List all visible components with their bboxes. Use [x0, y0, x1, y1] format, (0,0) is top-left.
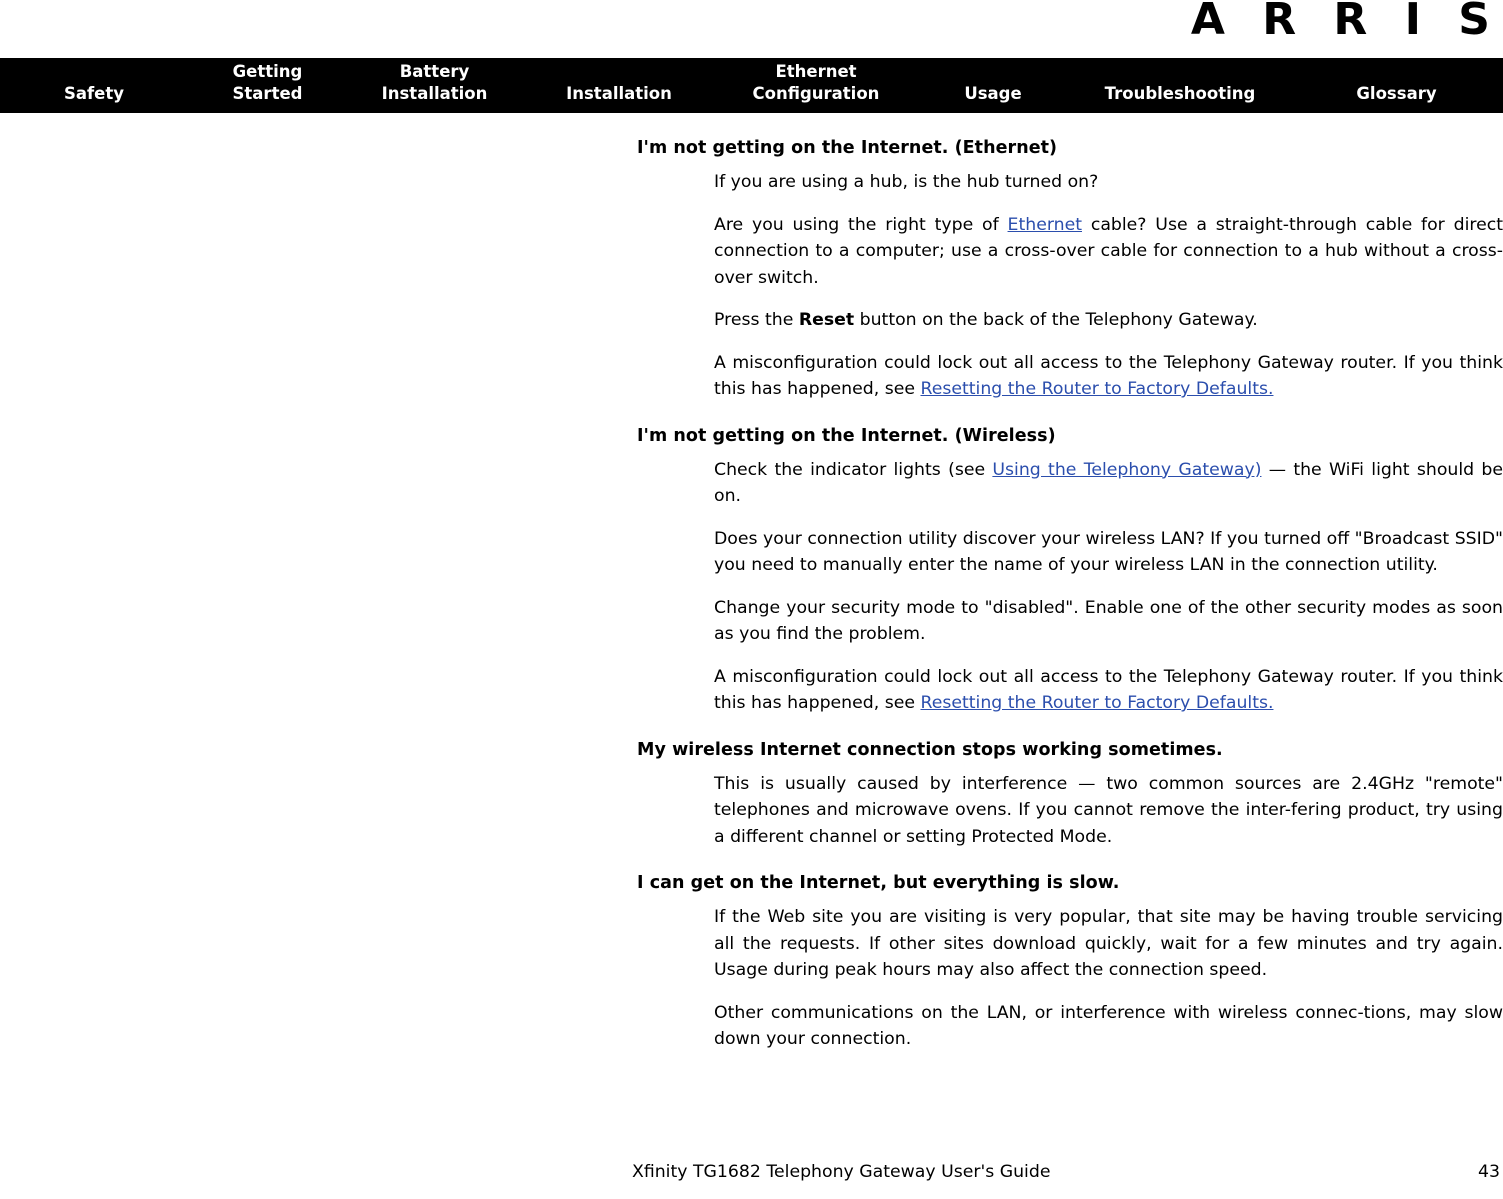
- section-heading: I can get on the Internet, but everythin…: [637, 873, 1120, 893]
- nav-item-usage[interactable]: Usage: [916, 83, 1070, 113]
- section-navigation-bar: Safety Getting Started Battery Installatio…: [0, 58, 1503, 113]
- footer-page-number: 43: [1478, 1162, 1500, 1182]
- nav-item-ethernet-configuration[interactable]: Ethernet Configuration: [716, 61, 916, 113]
- paragraph-text: Change your security mode to "disabled".…: [714, 597, 1503, 645]
- paragraph-text: Press the: [714, 310, 799, 330]
- nav-item-battery-installation[interactable]: Battery Installation: [347, 61, 522, 113]
- body-paragraph: A misconfiguration could lock out all ac…: [714, 350, 1503, 403]
- body-paragraph: A misconfiguration could lock out all ac…: [714, 664, 1503, 717]
- brand-header: A R R I S: [0, 0, 1503, 58]
- paragraph-text: Check the indicator lights (see: [714, 459, 993, 480]
- page-footer: Xfinity TG1682 Telephony Gateway User's …: [632, 1160, 1500, 1184]
- paragraph-text: If you are using a hub, is the hub turne…: [714, 172, 1099, 192]
- troubleshooting-content: I'm not getting on the Internet. (Ethern…: [637, 137, 1503, 1053]
- cross-reference-link[interactable]: Resetting the Router to Factory Defaults…: [920, 693, 1273, 713]
- paragraph-text: This is usually caused by interference —…: [714, 773, 1503, 847]
- body-paragraph: This is usually caused by interference —…: [714, 771, 1503, 851]
- arris-logo: A R R I S: [1190, 0, 1501, 45]
- body-paragraph: If the Web site you are visiting is very…: [714, 904, 1503, 984]
- footer-guide-title: Xfinity TG1682 Telephony Gateway User's …: [632, 1162, 1051, 1182]
- paragraph-text: If the Web site you are visiting is very…: [714, 907, 1503, 980]
- nav-item-glossary[interactable]: Glossary: [1290, 83, 1503, 113]
- body-paragraph: Check the indicator lights (see Using th…: [714, 457, 1503, 510]
- emphasis-text: Reset: [798, 310, 855, 330]
- body-paragraph: Other communications on the LAN, or inte…: [714, 1000, 1503, 1053]
- paragraph-text: Does your connection utility discover yo…: [714, 528, 1503, 576]
- page-body: I'm not getting on the Internet. (Ethern…: [0, 113, 1503, 1143]
- nav-item-getting-started[interactable]: Getting Started: [188, 61, 347, 113]
- cross-reference-link[interactable]: Resetting the Router to Factory Defaults…: [920, 379, 1273, 399]
- paragraph-text: Other communications on the LAN, or inte…: [714, 1002, 1503, 1050]
- nav-item-safety[interactable]: Safety: [0, 83, 188, 113]
- body-paragraph: Change your security mode to "disabled".…: [714, 595, 1503, 648]
- paragraph-text: button on the back of the Telephony Gate…: [854, 310, 1258, 330]
- body-paragraph: Does your connection utility discover yo…: [714, 526, 1503, 579]
- section-heading: I'm not getting on the Internet. (Wirele…: [637, 425, 1056, 446]
- section-heading: I'm not getting on the Internet. (Ethern…: [637, 138, 1058, 158]
- nav-item-installation[interactable]: Installation: [522, 83, 716, 113]
- body-paragraph: Are you using the right type of Ethernet…: [714, 212, 1503, 292]
- cross-reference-link[interactable]: Ethernet: [1008, 215, 1082, 235]
- cross-reference-link[interactable]: Using the Telephony Gateway): [992, 460, 1261, 480]
- body-paragraph: If you are using a hub, is the hub turne…: [714, 169, 1503, 196]
- nav-item-troubleshooting[interactable]: Troubleshooting: [1070, 83, 1290, 113]
- paragraph-text: Are you using the right type of: [714, 214, 1008, 235]
- section-heading: My wireless Internet connection stops wo…: [637, 739, 1223, 760]
- body-paragraph: Press the Reset button on the back of th…: [714, 307, 1503, 334]
